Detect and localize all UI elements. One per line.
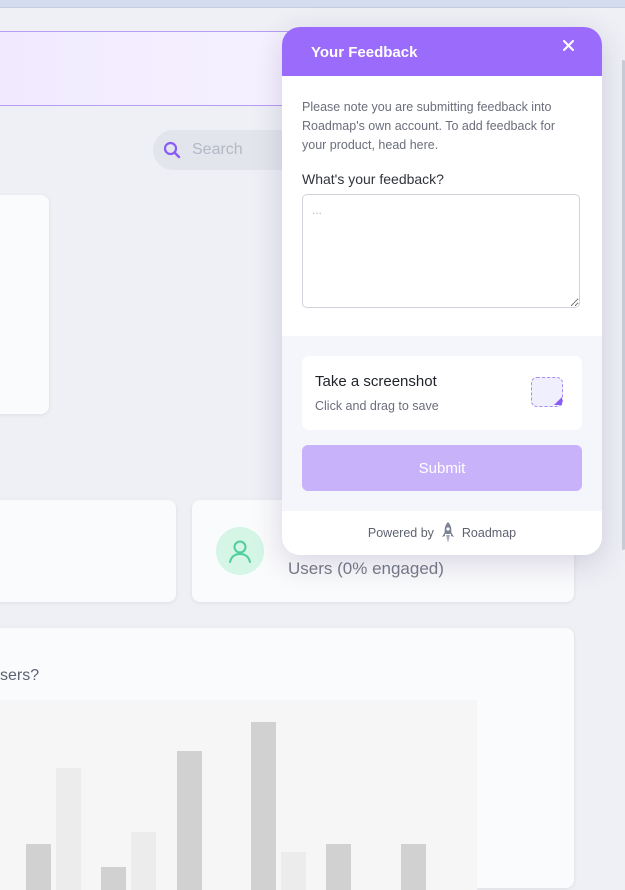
widget-header: Your Feedback xyxy=(282,27,602,76)
submit-button[interactable]: Submit xyxy=(302,445,582,491)
user-avatar xyxy=(216,527,264,575)
powered-by-label: Powered by xyxy=(367,526,434,540)
info-card xyxy=(0,195,49,414)
widget-actions: Take a screenshot Click and drag to save… xyxy=(282,336,602,511)
screenshot-title: Take a screenshot xyxy=(315,373,437,390)
feedback-textarea[interactable] xyxy=(302,194,580,308)
close-button[interactable] xyxy=(558,37,578,57)
screenshot-select-icon xyxy=(531,377,563,407)
bar-chart xyxy=(0,700,477,890)
close-icon xyxy=(562,40,574,51)
feedback-label: What's your feedback? xyxy=(302,171,444,187)
chart-bar xyxy=(26,844,51,890)
chart-bar xyxy=(56,768,81,890)
chart-bar xyxy=(101,867,126,890)
chart-bar xyxy=(177,751,202,890)
chart-bar xyxy=(251,722,276,890)
users-engaged-label: Users (0% engaged) xyxy=(288,559,444,578)
search-input[interactable] xyxy=(190,140,294,160)
widget-title: Your Feedback xyxy=(311,44,418,61)
stat-card xyxy=(0,500,176,602)
screenshot-button[interactable]: Take a screenshot Click and drag to save xyxy=(302,356,582,430)
header-banner xyxy=(0,31,321,106)
user-icon xyxy=(229,540,251,563)
chart-bar xyxy=(131,832,156,890)
search-bar[interactable] xyxy=(153,130,303,170)
browser-top-strip xyxy=(0,0,625,8)
roadmap-link[interactable]: Roadmap xyxy=(462,526,516,540)
widget-note: Please note you are submitting feedback … xyxy=(302,100,556,152)
feedback-widget: Your Feedback Please note you are submit… xyxy=(282,27,602,555)
chart-bar xyxy=(281,852,306,890)
widget-footer: Powered by Roadmap xyxy=(282,511,602,555)
chart-bar xyxy=(401,844,426,890)
roadmap-logo-icon xyxy=(440,521,456,545)
screenshot-subtitle: Click and drag to save xyxy=(315,399,439,413)
chart-card: sers? xyxy=(0,628,574,890)
chart-bar xyxy=(326,844,351,890)
chart-question: sers? xyxy=(0,667,40,684)
search-icon xyxy=(163,141,181,159)
